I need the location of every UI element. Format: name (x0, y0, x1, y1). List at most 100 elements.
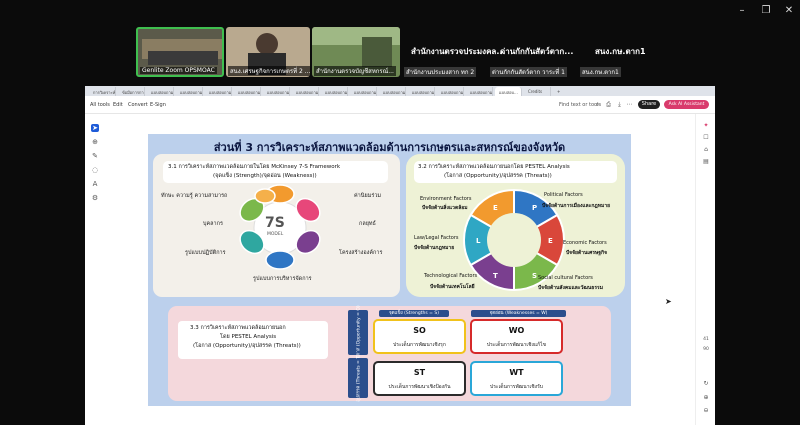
browser-tab[interactable]: แบบสอบถามงาน... (176, 87, 203, 96)
swot-wt: WT ประเด็นการพัฒนาเชิงรับ (470, 361, 563, 396)
pestel-soc-en: Social cultural Factors (538, 275, 593, 281)
7s-center-label: 7S (265, 215, 285, 231)
label-systems: รูปแบบการบริหารจัดการ (253, 276, 312, 282)
more-icon[interactable]: ⋯ (626, 101, 633, 108)
browser-tab[interactable]: การวิเคราะห์สภาพแวดล้อม (89, 87, 116, 96)
cursor-icon[interactable]: ➤ (91, 124, 99, 132)
participant-name: สนง.เศรษฐกิจการเกษตรที่ 2 ... (228, 66, 310, 76)
minimize-icon[interactable]: – (735, 6, 749, 16)
7s-center-sublabel: MODEL (267, 232, 284, 237)
browser-tab[interactable]: แบบสอบถามงาน... (263, 87, 290, 96)
browser-window: การวิเคราะห์สภาพแวดล้อมข้อมือการการประ..… (85, 86, 715, 425)
video-tile[interactable]: สำนักงานตรวจบัญชีสหกรณ์... (312, 27, 400, 77)
petal-systems (265, 250, 295, 270)
pages-icon[interactable]: ▤ (702, 158, 710, 166)
menu-convert[interactable]: Convert (128, 102, 148, 108)
browser-tab[interactable]: แบบสอบถามงาน... (292, 87, 319, 96)
slide: ส่วนที่ 3 การวิเคราะห์สภาพแวดล้อมด้านการ… (148, 134, 631, 406)
browser-tab[interactable]: แบบสอบถามงาน... (147, 87, 174, 96)
participant-name: สำนักงานประมงสาก ทก 2 (404, 67, 477, 77)
letter-t: T (493, 272, 498, 280)
text-icon[interactable]: A (91, 180, 99, 188)
row-opportunity: โอกาส (Opportunity = O) (348, 305, 368, 360)
ai-icon[interactable]: ✦ (702, 122, 710, 130)
letter-l: L (476, 237, 481, 245)
label-staff: บุคลากร (203, 221, 223, 227)
zoom-out-icon[interactable]: ⊖ (702, 407, 710, 415)
participant-title: ด่านกักกันสัตว์ตาก... (500, 47, 574, 56)
letter-e2: E (548, 237, 553, 245)
menu-all-tools[interactable]: All tools (90, 102, 110, 108)
label-strategy: กลยุทธ์ (359, 221, 376, 227)
petal-skills (254, 188, 276, 204)
swot-st: ST ประเด็นการพัฒนาเชิงป้องกัน (373, 361, 466, 396)
zoom-icon[interactable]: ⊕ (91, 138, 99, 146)
letter-s: S (532, 272, 537, 280)
participant-title: สนง.กษ.ตาก1 (595, 47, 646, 56)
letter-e1: E (493, 204, 498, 212)
new-tab-button[interactable]: + (553, 87, 563, 96)
browser-tab[interactable]: แบบสอบถามงาน... (379, 87, 406, 96)
menu-esign[interactable]: E-Sign (150, 102, 166, 108)
pestel-pol-th: ปัจจัยด้านการเมืองและกฎหมาย (542, 203, 611, 209)
bookmark-icon[interactable]: ⌂ (702, 146, 710, 154)
browser-tab[interactable]: แบบสอบถามงาน... (466, 87, 493, 96)
pestel-soc-th: ปัจจัยด้านสังคมและวัฒนธรรม (538, 285, 604, 291)
stamp-icon[interactable]: ⚙ (91, 194, 99, 202)
pestel-env-th: ปัจจัยด้านสิ่งแวดล้อม (422, 205, 468, 211)
browser-tab[interactable]: แบบสอบถามงาน... (408, 87, 435, 96)
browser-tab[interactable]: แบบสอบถามงาน... (205, 87, 232, 96)
zoom-in-icon[interactable]: ⊕ (702, 394, 710, 402)
menu-edit[interactable]: Edit (113, 102, 123, 108)
left-toolbar: ➤ ⊕ ✎ ◌ A ⚙ (85, 114, 105, 425)
participant-name: สนง.กษ.ตาก1 (580, 67, 621, 77)
browser-tab[interactable]: แบบสอบถามงาน... (437, 87, 464, 96)
pestel-eco-th: ปัจจัยด้านเศรษฐกิจ (566, 250, 608, 256)
browser-tab[interactable]: Credits (524, 87, 551, 96)
pestel-law-th: ปัจจัยด้านกฎหมาย (414, 245, 455, 251)
pestel-tech-th: ปัจจัยด้านเทคโนโลยี (430, 284, 475, 290)
browser-tab[interactable]: แบบสอบถามงาน... (350, 87, 377, 96)
comment-icon[interactable]: ☐ (702, 134, 710, 142)
mckinsey-7s-panel: 3.1 การวิเคราะห์สภาพแวดล้อมภายในโดย McKi… (153, 154, 400, 297)
print-icon[interactable]: ⎙ (605, 101, 612, 108)
participant-name: สำนักงานตรวจบัญชีสหกรณ์... (314, 66, 396, 76)
video-tile[interactable]: Genlite Zoom OPSMOAC (136, 27, 224, 77)
row-threats: อุปสรรค (Threats = T) (348, 354, 368, 402)
page-total: 90 (703, 347, 709, 352)
7s-subheading: (จุดแข็ง (Strength)/จุดอ่อน (Weakness)) (213, 173, 317, 179)
label-skills: ทักษะ ความรู้ ความสามารถ (161, 193, 228, 199)
close-icon[interactable]: ✕ (782, 6, 796, 16)
participant-name: ด่านกักกันสัตว์ตาก วาระที่ 1 (490, 67, 567, 77)
mouse-cursor-icon: ➤ (665, 297, 672, 306)
swot-wo: WO ประเด็นการพัฒนาเชิงแก้ไข (470, 319, 563, 354)
tab-bar: การวิเคราะห์สภาพแวดล้อมข้อมือการการประ..… (85, 86, 715, 96)
tows-subheading: โดย PESTEL Analysis (220, 334, 277, 340)
7s-heading: 3.1 การวิเคราะห์สภาพแวดล้อมภายในโดย McKi… (168, 164, 341, 170)
page-number: 41 (703, 337, 709, 342)
browser-tab[interactable]: แบบสอบถามงาน... (234, 87, 261, 96)
pestel-panel: 3.2 การวิเคราะห์สภาพแวดล้อมภายนอกโดย PES… (406, 154, 625, 297)
maximize-icon[interactable]: ❐ (759, 6, 773, 16)
column-weaknesses: จุดอ่อน (Weaknesses = W) (471, 310, 566, 317)
pen-icon[interactable]: ✎ (91, 152, 99, 160)
right-toolbar: ✦ ☐ ⌂ ▤ 41 90 ↻ ⊕ ⊖ (695, 114, 715, 425)
save-icon[interactable]: ⤓ (616, 101, 623, 108)
browser-tab[interactable]: แบบสอบถามงาน... (321, 87, 348, 96)
browser-tab[interactable]: ข้อมือการการประ... (118, 87, 145, 96)
browser-tab[interactable]: แบบสอบ... (495, 87, 522, 96)
pdf-toolbar: All tools Edit Convert E-Sign Find text … (85, 96, 715, 114)
label-shared-values: ค่านิยมร่วม (354, 193, 382, 199)
participant-title: สำนักงานตรวจประมงคล... (411, 47, 506, 56)
search-icon[interactable]: ⌕ (594, 101, 601, 108)
video-tile[interactable]: สนง.เศรษฐกิจการเกษตรที่ 2 ... (226, 27, 310, 77)
swot-so: SO ประเด็นการพัฒนาเชิงรุก (373, 319, 466, 354)
pestel-env-en: Environment Factors (420, 196, 472, 202)
label-style: รูปแบบปฏิบัติการ (185, 250, 226, 256)
column-strengths: จุดแข็ง (Strengths = S) (379, 310, 449, 317)
lasso-icon[interactable]: ◌ (91, 166, 99, 174)
share-button[interactable]: Share (638, 100, 660, 109)
pestel-tech-en: Technological Factors (424, 273, 478, 279)
refresh-icon[interactable]: ↻ (702, 380, 710, 388)
ask-ai-button[interactable]: Ask AI Assistant (664, 100, 709, 109)
